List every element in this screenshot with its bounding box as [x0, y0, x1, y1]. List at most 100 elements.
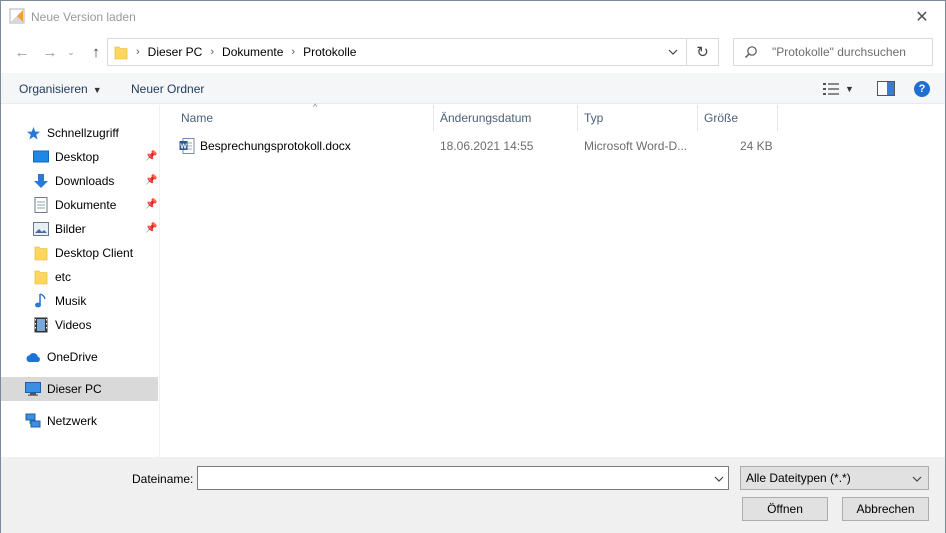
sidebar-item-label: OneDrive [47, 350, 98, 364]
folder-icon [33, 269, 49, 285]
sidebar-item-desktop-client[interactable]: Desktop Client [33, 241, 133, 265]
navigation-pane: Schnellzugriff Desktop 📌 Downloads 📌 Dok… [1, 105, 159, 457]
search-icon [745, 46, 757, 58]
back-button[interactable]: ← [11, 41, 33, 63]
arrow-up-icon: ↑ [92, 43, 100, 61]
music-icon [33, 293, 49, 309]
recent-locations-button[interactable]: ⌄ [63, 41, 79, 63]
sidebar-item-label: Desktop [55, 150, 100, 164]
sidebar-item-documents[interactable]: Dokumente [33, 193, 116, 217]
cancel-button[interactable]: Abbrechen [842, 497, 929, 521]
filename-label: Dateiname: [132, 472, 194, 486]
sidebar-item-network[interactable]: Netzwerk [25, 409, 97, 433]
column-header-modified[interactable]: Änderungsdatum [434, 105, 578, 131]
sidebar-item-quick-access[interactable]: Schnellzugriff [25, 121, 119, 145]
chevron-down-icon [668, 49, 678, 55]
folder-icon [114, 46, 128, 60]
sidebar-item-music[interactable]: Musik [33, 289, 86, 313]
breadcrumb-protokolle[interactable]: Protokolle [303, 45, 356, 59]
open-button[interactable]: Öffnen [742, 497, 828, 521]
details-view-icon [823, 83, 839, 95]
sidebar-item-downloads[interactable]: Downloads [33, 169, 114, 193]
new-folder-label: Neuer Ordner [131, 82, 205, 96]
breadcrumb-separator: › [136, 46, 140, 58]
column-header-label: Änderungsdatum [440, 111, 532, 125]
search-placeholder: "Protokolle" durchsuchen [772, 45, 906, 59]
pin-icon: 📌 [145, 175, 158, 186]
pane-divider[interactable] [159, 105, 160, 457]
search-input[interactable]: "Protokolle" durchsuchen [733, 38, 933, 66]
sidebar-item-videos[interactable]: Videos [33, 313, 91, 337]
word-document-icon: W [179, 138, 195, 154]
folder-icon [33, 245, 49, 261]
filetype-value: Alle Dateitypen (*.*) [746, 471, 851, 485]
breadcrumb-dieser-pc[interactable]: Dieser PC [148, 45, 203, 59]
chevron-down-icon[interactable] [714, 476, 724, 482]
file-open-dialog: Neue Version laden ✕ ← → ⌄ ↑ › Dieser PC… [0, 0, 946, 533]
command-bar: Organisieren ▼ Neuer Ordner ▼ ? [1, 73, 945, 104]
column-header-type[interactable]: Typ [578, 105, 698, 131]
pin-icon: 📌 [145, 151, 158, 162]
preview-pane-icon[interactable] [877, 81, 895, 96]
address-history-dropdown[interactable] [666, 45, 680, 59]
video-icon [33, 317, 49, 333]
dialog-footer: Dateiname: Alle Dateitypen (*.*) Öffnen … [1, 457, 945, 533]
column-header-size[interactable]: Größe [698, 105, 778, 131]
arrow-left-icon: ← [14, 43, 30, 61]
picture-icon [33, 221, 49, 237]
caret-down-icon: ▼ [92, 85, 102, 95]
help-button[interactable]: ? [914, 81, 930, 97]
new-folder-button[interactable]: Neuer Ordner [131, 82, 204, 96]
column-header-label: Typ [584, 111, 604, 125]
desktop-icon [33, 149, 49, 165]
sidebar-item-desktop[interactable]: Desktop [33, 145, 99, 169]
title-bar: Neue Version laden ✕ [1, 1, 945, 32]
column-header-label: Name [181, 111, 214, 125]
filename-field[interactable] [197, 466, 729, 490]
open-button-label: Öffnen [767, 502, 803, 516]
sidebar-item-this-pc[interactable]: Dieser PC [1, 377, 158, 401]
up-button[interactable]: ↑ [85, 41, 107, 63]
sidebar-item-label: Dieser PC [47, 382, 102, 396]
sidebar-item-label: Bilder [55, 222, 86, 236]
column-header-name[interactable]: Name ^ [175, 102, 434, 131]
organize-label: Organisieren [19, 82, 88, 96]
sidebar-item-pictures[interactable]: Bilder [33, 217, 86, 241]
cloud-icon [25, 349, 41, 365]
sidebar-item-etc[interactable]: etc [33, 265, 71, 289]
arrow-right-icon: → [42, 43, 58, 61]
chevron-down-icon: ⌄ [67, 46, 75, 57]
table-row[interactable]: W Besprechungsprotokoll.docx 18.06.2021 … [175, 135, 775, 157]
sidebar-item-label: Downloads [55, 174, 115, 188]
document-icon [33, 197, 49, 213]
filetype-select[interactable]: Alle Dateitypen (*.*) [740, 466, 929, 490]
sidebar-item-label: Videos [55, 318, 92, 332]
file-modified: 18.06.2021 14:55 [440, 139, 534, 153]
address-bar[interactable]: › Dieser PC › Dokumente › Protokolle [107, 38, 687, 66]
sidebar-item-label: etc [55, 270, 72, 284]
sidebar-item-label: Schnellzugriff [47, 126, 119, 140]
svg-text:W: W [180, 143, 187, 150]
breadcrumb-dokumente[interactable]: Dokumente [222, 45, 283, 59]
refresh-button[interactable]: ↻ [687, 38, 719, 66]
close-button[interactable]: ✕ [899, 1, 945, 32]
sidebar-item-label: Desktop Client [55, 246, 134, 260]
star-icon [25, 125, 41, 141]
window-title: Neue Version laden [31, 10, 136, 24]
file-size: 24 KB [740, 139, 773, 153]
pin-icon: 📌 [145, 199, 158, 210]
breadcrumb-separator[interactable]: › [210, 46, 214, 58]
breadcrumb-separator[interactable]: › [291, 46, 295, 58]
app-icon [9, 8, 25, 24]
file-list: Name ^ Änderungsdatum Typ Größe W Bespre… [161, 102, 945, 457]
organize-menu-button[interactable]: Organisieren ▼ [19, 82, 102, 96]
network-icon [25, 413, 41, 429]
chevron-down-icon [912, 476, 922, 482]
change-view-button[interactable]: ▼ [823, 81, 859, 97]
sidebar-item-label: Musik [55, 294, 87, 308]
file-name: Besprechungsprotokoll.docx [200, 139, 351, 153]
sidebar-item-onedrive[interactable]: OneDrive [25, 345, 98, 369]
sidebar-item-label: Netzwerk [47, 414, 98, 428]
forward-button[interactable]: → [39, 41, 61, 63]
computer-icon [25, 381, 41, 397]
